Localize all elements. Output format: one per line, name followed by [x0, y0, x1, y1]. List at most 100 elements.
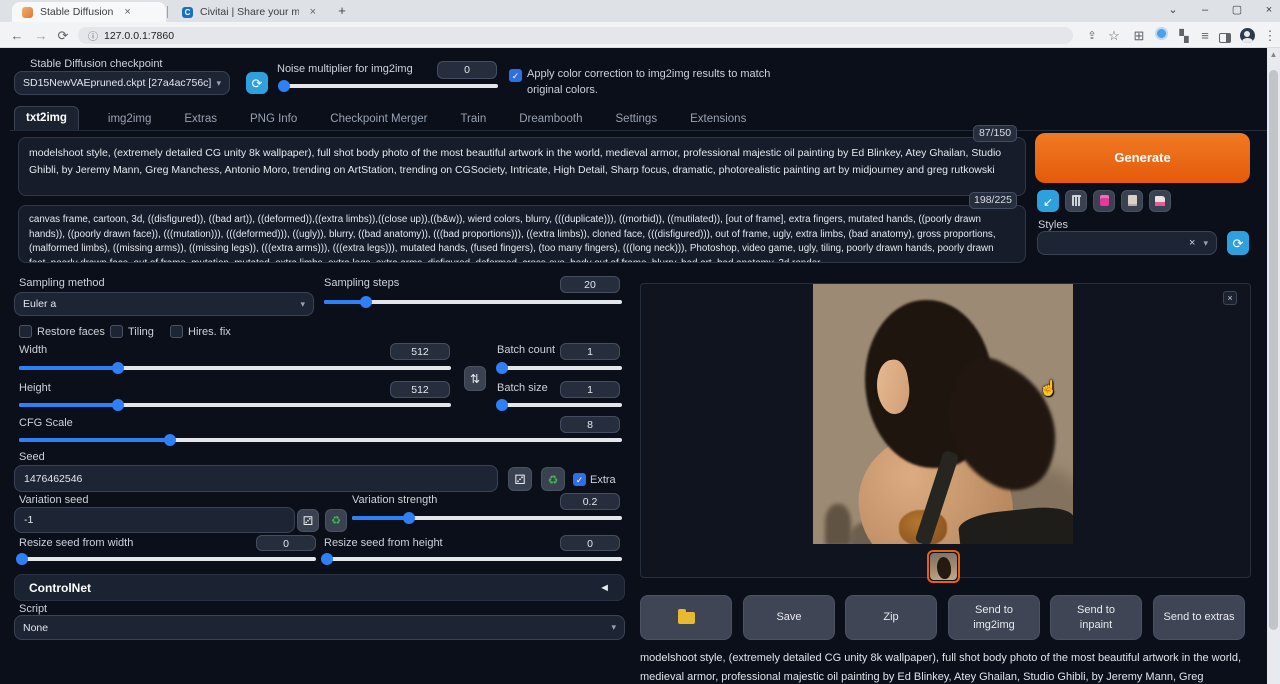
- window-maximize-button[interactable]: ▢: [1222, 0, 1252, 22]
- reading-list-icon[interactable]: ≡: [1196, 27, 1214, 45]
- save-style-button[interactable]: [1149, 190, 1171, 212]
- save-button[interactable]: Save: [743, 595, 835, 640]
- variation-seed-input[interactable]: -1: [14, 507, 295, 533]
- slider-thumb[interactable]: [496, 399, 508, 411]
- address-bar[interactable]: ⓘ 127.0.0.1:7860: [78, 27, 1073, 44]
- tab-dreambooth[interactable]: Dreambooth: [515, 108, 586, 130]
- forward-icon[interactable]: →: [32, 26, 50, 46]
- restore-faces-checkbox[interactable]: [19, 325, 32, 338]
- tab-close-icon[interactable]: ×: [310, 6, 316, 18]
- zip-button[interactable]: Zip: [845, 595, 937, 640]
- height-value[interactable]: 512: [390, 381, 450, 398]
- random-variation-seed-button[interactable]: ⚂: [297, 509, 319, 532]
- browser-tab-stable-diffusion[interactable]: Stable Diffusion ×: [12, 2, 166, 22]
- width-slider[interactable]: [19, 362, 451, 374]
- script-dropdown[interactable]: None ▾: [14, 615, 625, 640]
- browser-menu-icon[interactable]: ⋮: [1261, 27, 1279, 45]
- variation-strength-slider[interactable]: [352, 512, 622, 524]
- back-icon[interactable]: ←: [8, 26, 26, 46]
- tiling-checkbox[interactable]: [110, 325, 123, 338]
- site-info-icon[interactable]: ⓘ: [88, 28, 98, 43]
- tab-train[interactable]: Train: [456, 108, 490, 130]
- reuse-seed-button[interactable]: ♻: [541, 467, 565, 491]
- scrollbar-up-icon[interactable]: ▲: [1267, 50, 1280, 59]
- prompt-textarea[interactable]: modelshoot style, (extremely detailed CG…: [18, 137, 1026, 196]
- hires-fix-checkbox[interactable]: [170, 325, 183, 338]
- styles-refresh-button[interactable]: ⟳: [1227, 231, 1249, 255]
- tab-settings[interactable]: Settings: [612, 108, 662, 130]
- sampling-method-dropdown[interactable]: Euler a ▾: [14, 292, 314, 316]
- slider-thumb[interactable]: [112, 362, 124, 374]
- clear-prompt-button[interactable]: [1065, 190, 1087, 212]
- slider-thumb[interactable]: [16, 553, 28, 565]
- tab-checkpoint-merger[interactable]: Checkpoint Merger: [326, 108, 431, 130]
- noise-multiplier-slider[interactable]: [282, 80, 498, 92]
- page-scrollbar[interactable]: ▲: [1267, 48, 1280, 684]
- slider-thumb[interactable]: [112, 399, 124, 411]
- styles-dropdown[interactable]: × ▾: [1037, 231, 1217, 255]
- paste-generation-params-button[interactable]: ↙: [1037, 190, 1059, 212]
- slider-thumb[interactable]: [278, 80, 290, 92]
- generated-image[interactable]: [813, 284, 1073, 544]
- window-minimize-button[interactable]: –: [1190, 0, 1220, 22]
- gallery-thumbnail-selected[interactable]: [927, 550, 960, 583]
- window-close-button[interactable]: ×: [1254, 0, 1280, 22]
- checkpoint-refresh-button[interactable]: ⟳: [246, 72, 268, 94]
- random-seed-button[interactable]: ⚂: [508, 467, 532, 491]
- noise-multiplier-value[interactable]: 0: [437, 61, 497, 79]
- sampling-steps-slider[interactable]: [324, 296, 622, 308]
- apply-styles-button[interactable]: [1121, 190, 1143, 212]
- reuse-variation-seed-button[interactable]: ♻: [325, 509, 347, 532]
- resize-seed-width-slider[interactable]: [19, 553, 316, 565]
- controlnet-accordion[interactable]: ControlNet ◄: [14, 574, 625, 601]
- browser-tab-civitai[interactable]: C Civitai | Share your models ×: [172, 2, 324, 22]
- height-slider[interactable]: [19, 399, 451, 411]
- color-correction-checkbox[interactable]: ✓: [509, 69, 522, 82]
- share-icon[interactable]: ⇪: [1083, 27, 1101, 45]
- new-tab-button[interactable]: +: [334, 3, 350, 19]
- window-menu-icon[interactable]: ⌄: [1158, 0, 1188, 22]
- puzzle-extensions-icon[interactable]: ▚: [1175, 27, 1193, 45]
- tab-img2img[interactable]: img2img: [104, 108, 155, 130]
- slider-thumb[interactable]: [403, 512, 415, 524]
- cfg-scale-slider[interactable]: [19, 434, 622, 446]
- generate-button[interactable]: Generate: [1035, 133, 1250, 183]
- reload-icon[interactable]: ⟳: [54, 26, 72, 46]
- slider-thumb[interactable]: [360, 296, 372, 308]
- extra-seed-checkbox[interactable]: ✓: [573, 473, 586, 486]
- batch-size-value[interactable]: 1: [560, 381, 620, 398]
- slider-thumb[interactable]: [321, 553, 333, 565]
- tab-txt2img[interactable]: txt2img: [14, 106, 79, 130]
- gallery-close-button[interactable]: ×: [1223, 291, 1237, 305]
- width-value[interactable]: 512: [390, 343, 450, 360]
- resize-seed-height-slider[interactable]: [324, 553, 622, 565]
- blue-status-icon[interactable]: [1152, 27, 1170, 46]
- profile-avatar[interactable]: [1238, 27, 1256, 49]
- side-panel-icon[interactable]: [1216, 27, 1234, 49]
- tab-extensions[interactable]: Extensions: [686, 108, 750, 130]
- slider-thumb[interactable]: [496, 362, 508, 374]
- send-to-extras-button[interactable]: Send to extras: [1153, 595, 1245, 640]
- send-to-img2img-button[interactable]: Send to img2img: [948, 595, 1040, 640]
- batch-size-slider[interactable]: [497, 399, 622, 411]
- checkpoint-dropdown[interactable]: SD15NewVAEpruned.ckpt [27a4ac756c] ▾: [14, 71, 230, 95]
- swap-width-height-button[interactable]: ⇅: [464, 366, 486, 391]
- batch-count-value[interactable]: 1: [560, 343, 620, 360]
- scrollbar-thumb[interactable]: [1269, 70, 1278, 630]
- variation-strength-value[interactable]: 0.2: [560, 493, 620, 510]
- open-folder-button[interactable]: [640, 595, 732, 640]
- cfg-scale-value[interactable]: 8: [560, 416, 620, 433]
- slider-thumb[interactable]: [164, 434, 176, 446]
- tab-close-icon[interactable]: ×: [124, 6, 130, 18]
- negative-prompt-textarea[interactable]: canvas frame, cartoon, 3d, ((disfigured)…: [18, 205, 1026, 263]
- send-to-inpaint-button[interactable]: Send to inpaint: [1050, 595, 1142, 640]
- sampling-steps-value[interactable]: 20: [560, 276, 620, 293]
- seed-input[interactable]: 1476462546: [14, 465, 498, 492]
- extra-networks-button[interactable]: [1093, 190, 1115, 212]
- resize-seed-height-value[interactable]: 0: [560, 535, 620, 551]
- tab-png-info[interactable]: PNG Info: [246, 108, 301, 130]
- extensions-grid-icon[interactable]: ⊞: [1130, 27, 1148, 45]
- batch-count-slider[interactable]: [497, 362, 622, 374]
- bookmark-star-icon[interactable]: ☆: [1105, 27, 1123, 45]
- tab-extras[interactable]: Extras: [180, 108, 221, 130]
